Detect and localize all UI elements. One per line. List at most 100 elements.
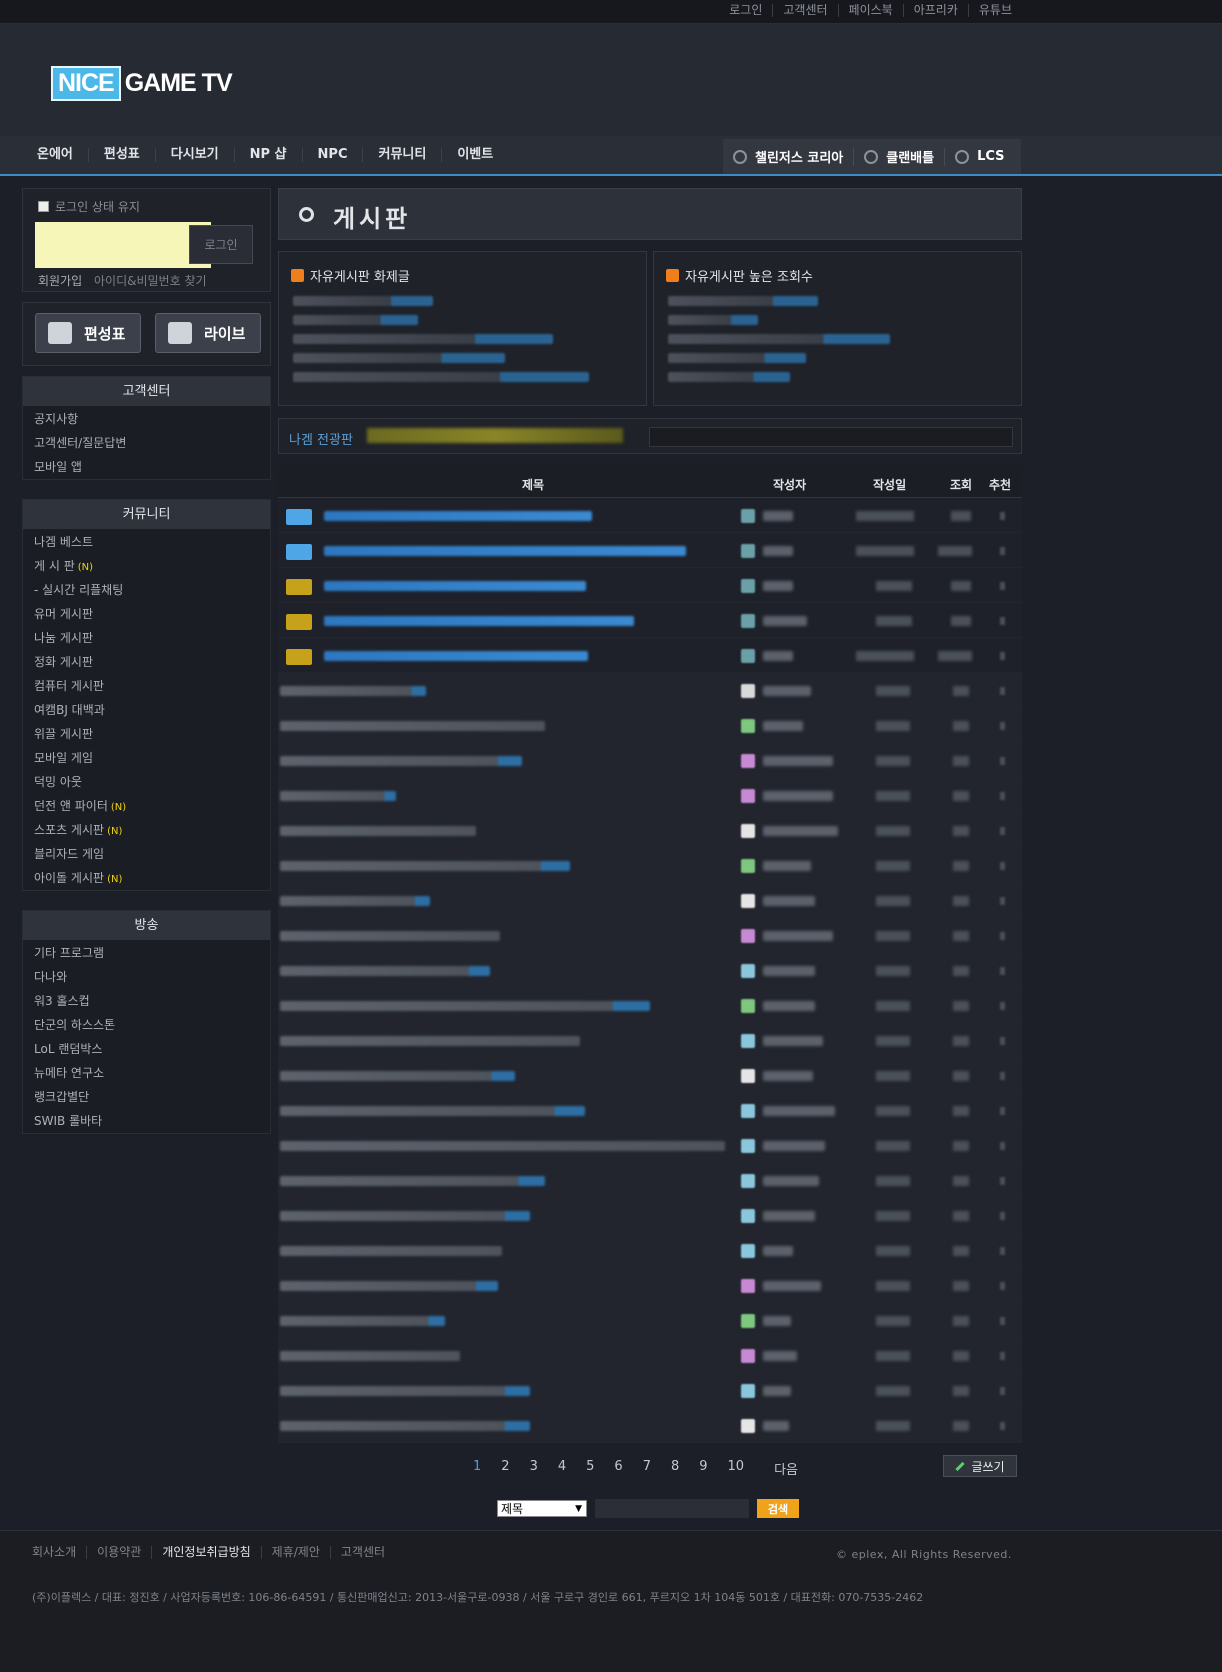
nav-replay[interactable]: 다시보기 [154,148,234,162]
sidebar-item-community[interactable]: 스포츠 게시판 (N) [23,818,270,842]
nav-event[interactable]: 이벤트 [441,148,508,162]
next-page-link[interactable]: 다음 [774,1459,798,1478]
page-link[interactable]: 3 [530,1459,538,1478]
sidebar-item-broadcast[interactable]: LoL 랜덤박스 [23,1037,270,1061]
sidebar-item-broadcast[interactable]: SWIB 롤바타 [23,1109,270,1133]
sidebar-item-community[interactable]: 나겜 베스트 [23,530,270,554]
nav-clan-battle[interactable]: 클랜배틀 [853,147,944,166]
table-row[interactable] [278,883,1022,918]
table-row[interactable] [278,1373,1022,1408]
sidebar-item-broadcast[interactable]: 단군의 하스스톤 [23,1013,270,1037]
sidebar-item-community[interactable]: - 실시간 리플채팅 [23,578,270,602]
keep-login-checkbox[interactable] [38,201,49,212]
table-row[interactable] [278,813,1022,848]
table-row[interactable] [278,1093,1022,1128]
table-row[interactable] [278,848,1022,883]
table-row[interactable] [278,1303,1022,1338]
table-row[interactable] [278,778,1022,813]
login-button[interactable]: 로그인 [189,225,253,264]
table-row[interactable] [278,1058,1022,1093]
page-link[interactable]: 8 [671,1459,679,1478]
list-item[interactable] [668,372,790,382]
sidebar-item-community[interactable]: 정화 게시판 [23,650,270,674]
page-link[interactable]: 1 [473,1459,481,1478]
sidebar-item-community[interactable]: 덕밍 아웃 [23,770,270,794]
list-item[interactable] [668,334,890,344]
list-item[interactable] [293,353,505,363]
table-row[interactable] [278,1128,1022,1163]
nav-npc[interactable]: NPC [301,148,363,162]
list-item[interactable] [668,353,806,363]
facebook-link[interactable]: 페이스북 [837,4,903,17]
list-item[interactable] [668,296,818,306]
nav-schedule[interactable]: 편성표 [87,148,155,162]
page-link[interactable]: 9 [699,1459,707,1478]
table-row[interactable] [278,533,1022,568]
sidebar-item-qna[interactable]: 고객센터/질문답변 [23,431,270,455]
table-row[interactable] [278,638,1022,673]
sidebar-item-community[interactable]: 컴퓨터 게시판 [23,674,270,698]
page-link[interactable]: 6 [614,1459,622,1478]
list-item[interactable] [293,334,553,344]
afreeca-link[interactable]: 아프리카 [902,4,968,17]
sidebar-item-mobile-app[interactable]: 모바일 앱 [23,455,270,479]
search-button[interactable]: 검색 [757,1499,799,1518]
search-input[interactable] [595,1499,749,1518]
nav-lcs[interactable]: LCS [944,147,1014,166]
nav-challengers-korea[interactable]: 챌린저스 코리아 [723,148,853,166]
search-type-select[interactable]: 제목 ▼ [497,1500,587,1517]
table-row[interactable] [278,673,1022,708]
footer-link-privacy[interactable]: 개인정보취급방침 [151,1546,260,1559]
nav-community[interactable]: 커뮤니티 [362,148,441,162]
table-row[interactable] [278,1163,1022,1198]
schedule-button[interactable]: 편성표 [35,313,141,353]
table-row[interactable] [278,568,1022,603]
join-link[interactable]: 회원가입 [38,274,82,288]
sidebar-item-community[interactable]: 블리자드 게임 [23,842,270,866]
list-item[interactable] [293,315,418,325]
sidebar-item-community[interactable]: 게 시 판 (N) [23,554,270,578]
list-item[interactable] [668,315,758,325]
keep-login[interactable]: 로그인 상태 유지 [38,198,140,215]
sidebar-item-community[interactable]: 여캠BJ 대백과 [23,698,270,722]
list-item[interactable] [293,372,589,382]
table-row[interactable] [278,498,1022,533]
sidebar-item-community[interactable]: 유머 게시판 [23,602,270,626]
page-link[interactable]: 4 [558,1459,566,1478]
customer-center-link[interactable]: 고객센터 [772,4,837,17]
login-link[interactable]: 로그인 [719,4,772,17]
table-row[interactable] [278,743,1022,778]
footer-link-partnership[interactable]: 제휴/제안 [260,1546,330,1559]
write-button[interactable]: 글쓰기 [943,1455,1017,1477]
login-id-field[interactable] [35,222,211,268]
page-link[interactable]: 2 [501,1459,509,1478]
sidebar-item-broadcast[interactable]: 기타 프로그램 [23,941,270,965]
table-row[interactable] [278,953,1022,988]
sidebar-item-community[interactable]: 아이돌 게시판 (N) [23,866,270,890]
sidebar-item-notice[interactable]: 공지사항 [23,407,270,431]
footer-link-terms[interactable]: 이용약관 [86,1546,151,1559]
sidebar-item-community[interactable]: 위끌 게시판 [23,722,270,746]
footer-link-company[interactable]: 회사소개 [32,1546,86,1559]
nav-onair[interactable]: 온에어 [22,148,88,162]
sidebar-item-broadcast[interactable]: 워3 홀스컵 [23,989,270,1013]
sidebar-item-community[interactable]: 모바일 게임 [23,746,270,770]
table-row[interactable] [278,1408,1022,1443]
sidebar-item-broadcast[interactable]: 다나와 [23,965,270,989]
nav-np-shop[interactable]: NP 샵 [233,148,302,162]
sidebar-item-broadcast[interactable]: 뉴메타 연구소 [23,1061,270,1085]
page-link[interactable]: 10 [728,1459,745,1478]
sidebar-item-broadcast[interactable]: 랭크갑별단 [23,1085,270,1109]
table-row[interactable] [278,988,1022,1023]
page-link[interactable]: 5 [586,1459,594,1478]
list-item[interactable] [293,296,433,306]
table-row[interactable] [278,1233,1022,1268]
table-row[interactable] [278,1023,1022,1058]
table-row[interactable] [278,1338,1022,1373]
site-logo[interactable]: NICE GAME TV [51,66,233,101]
footer-link-support[interactable]: 고객센터 [329,1546,395,1559]
table-row[interactable] [278,918,1022,953]
table-row[interactable] [278,1268,1022,1303]
sidebar-item-community[interactable]: 던전 앤 파이터 (N) [23,794,270,818]
table-row[interactable] [278,603,1022,638]
